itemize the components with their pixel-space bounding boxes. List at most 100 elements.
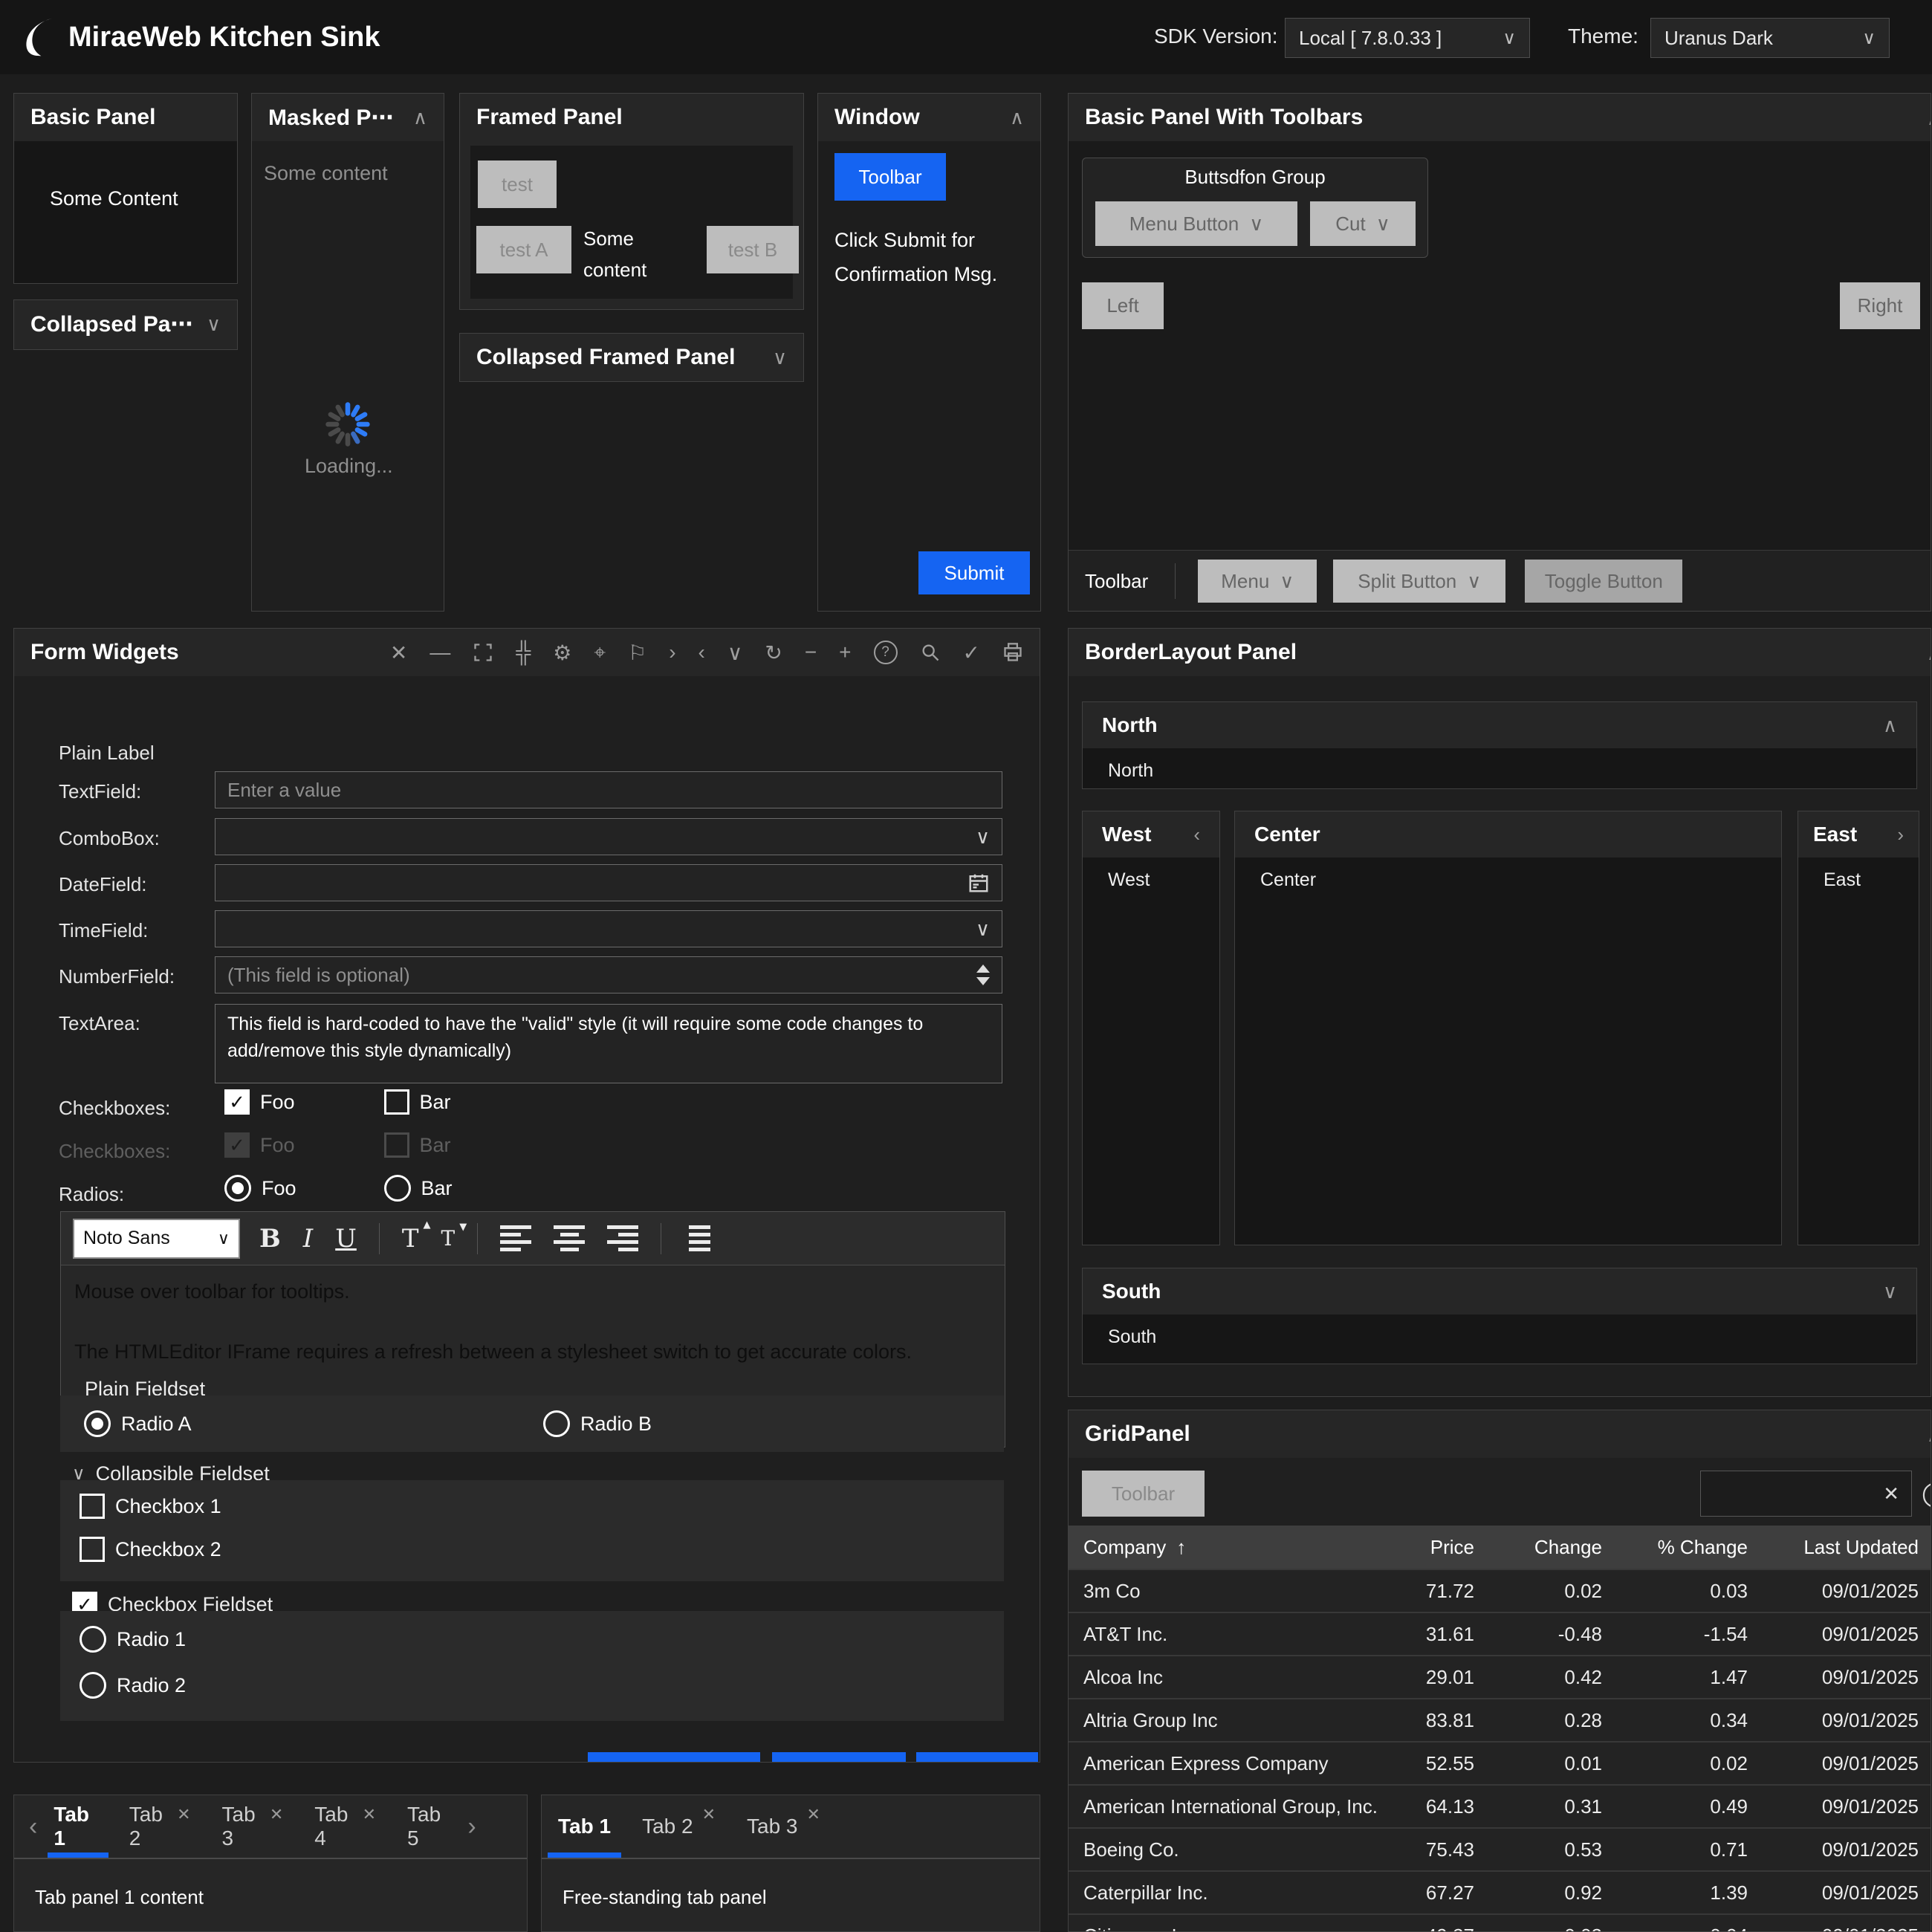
close-tab-icon[interactable]: ✕ [702, 1805, 716, 1824]
tab-scroll-left-icon[interactable]: ‹ [29, 1812, 37, 1841]
validate-button[interactable]: Validate [916, 1752, 1038, 1763]
theme-select[interactable]: Uranus Dark ∨ [1650, 18, 1890, 58]
checkbox-2[interactable] [80, 1537, 105, 1562]
table-row[interactable]: American International Group, Inc.64.130… [1069, 1784, 1931, 1827]
checkbox-foo-checked[interactable]: ✓ [224, 1089, 250, 1115]
column-header-last-updated[interactable]: Last Updated [1752, 1536, 1923, 1559]
left-tab-4[interactable]: Tab 4✕ [308, 1795, 382, 1858]
align-justify-icon[interactable] [684, 1225, 715, 1251]
close-tab-icon[interactable]: ✕ [177, 1805, 190, 1824]
minimize-icon[interactable]: — [429, 641, 450, 664]
maximize-icon[interactable] [473, 642, 493, 663]
table-row[interactable]: Boeing Co.75.430.530.7109/01/2025 [1069, 1827, 1931, 1870]
radio-bar[interactable] [384, 1175, 411, 1202]
minus-icon[interactable]: − [805, 641, 817, 664]
table-row[interactable]: AT&T Inc.31.61-0.48-1.5409/01/2025 [1069, 1612, 1931, 1655]
collapse-right-icon[interactable]: › [1897, 823, 1904, 846]
prev-icon[interactable]: ‹ [698, 641, 705, 664]
flag-icon[interactable]: ⚐ [628, 641, 646, 665]
checkbox-1[interactable] [80, 1494, 105, 1519]
tab-scroll-right-icon[interactable]: › [467, 1812, 476, 1841]
next-icon[interactable]: › [669, 641, 675, 664]
table-row[interactable]: Altria Group Inc83.810.280.3409/01/2025 [1069, 1698, 1931, 1741]
free-tab-1[interactable]: Tab 1 [552, 1795, 617, 1858]
collapse-icon[interactable]: ∧ [1927, 107, 1931, 130]
radio-2[interactable] [80, 1672, 106, 1699]
number-field[interactable]: (This field is optional) [215, 956, 1002, 993]
column-header-company[interactable]: Company↑ [1069, 1536, 1395, 1559]
check-icon[interactable]: ✓ [963, 641, 980, 665]
combo-box[interactable]: ∨ [215, 818, 1002, 855]
column-header--change[interactable]: % Change [1607, 1536, 1752, 1559]
column-header-change[interactable]: Change [1479, 1536, 1607, 1559]
left-tab-2[interactable]: Tab 2✕ [123, 1795, 197, 1858]
table-row[interactable]: Citigroup, Inc.49.370.020.0409/01/2025 [1069, 1913, 1931, 1932]
help-icon[interactable]: ? [874, 641, 898, 664]
toggle-enabled-button[interactable]: Toggle Enabled [588, 1752, 760, 1763]
collapse-icon[interactable]: ∧ [413, 106, 427, 129]
chevron-down-icon[interactable]: ∨ [976, 918, 990, 941]
left-tab-1[interactable]: Tab 1 [48, 1795, 103, 1858]
down-icon[interactable]: ∨ [727, 641, 743, 665]
number-stepper[interactable] [976, 965, 990, 985]
submit-button[interactable]: Submit [918, 551, 1030, 594]
collapsed-panel-header[interactable]: Collapsed Pa⋯ ∨ [14, 300, 237, 348]
radio-a-selected[interactable] [84, 1410, 111, 1437]
sdk-version-select[interactable]: Local [ 7.8.0.33 ] ∨ [1285, 18, 1530, 58]
expand-icon[interactable]: ∨ [207, 313, 221, 336]
window-toolbar-button[interactable]: Toolbar [834, 153, 946, 201]
table-row[interactable]: 3m Co71.720.020.0309/01/2025 [1069, 1569, 1931, 1612]
clear-icon[interactable]: ✕ [1883, 1482, 1899, 1505]
collapse-icon[interactable]: ∧ [1927, 642, 1931, 665]
right-button[interactable]: Right [1840, 282, 1920, 329]
collapse-icon[interactable]: ∧ [1883, 714, 1897, 737]
collapse-icon[interactable]: ∧ [1010, 106, 1024, 129]
search-icon[interactable] [920, 642, 941, 663]
expand-icon[interactable]: ∨ [1883, 1280, 1897, 1303]
date-field[interactable] [215, 864, 1002, 901]
underline-icon[interactable]: U [335, 1224, 357, 1254]
text-area[interactable]: This field is hard-coded to have the "va… [215, 1004, 1002, 1083]
cut-button[interactable]: Cut ∨ [1310, 201, 1416, 246]
chevron-down-icon[interactable]: ∨ [976, 826, 990, 849]
close-tab-icon[interactable]: ✕ [270, 1805, 283, 1824]
radio-1[interactable] [80, 1626, 106, 1653]
reset-form-button[interactable]: Reset Form [772, 1752, 906, 1763]
plus-icon[interactable]: + [839, 641, 851, 664]
restore-icon[interactable]: ╬ [516, 641, 531, 664]
collapsed-framed-panel-header[interactable]: Collapsed Framed Panel ∨ [460, 334, 803, 381]
close-tab-icon[interactable]: ✕ [363, 1805, 376, 1824]
font-select[interactable]: Noto Sans ∨ [73, 1219, 240, 1259]
italic-icon[interactable]: I [303, 1224, 313, 1254]
test-button[interactable]: test [478, 161, 557, 208]
text-field[interactable]: Enter a value [215, 771, 1002, 808]
table-row[interactable]: Alcoa Inc29.010.421.4709/01/2025 [1069, 1655, 1931, 1698]
expand-icon[interactable]: ∨ [773, 346, 787, 369]
align-left-icon[interactable] [500, 1225, 531, 1251]
align-center-icon[interactable] [554, 1225, 585, 1251]
column-header-price[interactable]: Price [1395, 1536, 1479, 1559]
close-tab-icon[interactable]: ✕ [807, 1805, 820, 1824]
print-icon[interactable] [1002, 642, 1023, 663]
free-tab-3[interactable]: Tab 3✕ [741, 1795, 826, 1858]
calendar-icon[interactable] [967, 872, 990, 894]
toolbar-menu-button[interactable]: Menu ∨ [1198, 560, 1317, 603]
free-tab-2[interactable]: Tab 2✕ [636, 1795, 722, 1858]
split-button[interactable]: Split Button ∨ [1333, 560, 1505, 603]
search-icon[interactable]: ◯ [1922, 1479, 1931, 1508]
table-row[interactable]: American Express Company52.550.010.0209/… [1069, 1741, 1931, 1784]
collapse-left-icon[interactable]: ‹ [1193, 823, 1200, 846]
radio-foo-selected[interactable] [224, 1175, 251, 1202]
gear-icon[interactable]: ⚙ [553, 641, 571, 665]
checkbox-bar[interactable] [384, 1089, 409, 1115]
refresh-icon[interactable]: ↻ [765, 641, 782, 665]
left-tab-3[interactable]: Tab 3✕ [216, 1795, 290, 1858]
left-button[interactable]: Left [1082, 282, 1164, 329]
bold-icon[interactable]: B [259, 1224, 281, 1254]
time-field[interactable]: ∨ [215, 910, 1002, 947]
menu-button[interactable]: Menu Button ∨ [1095, 201, 1297, 246]
pin-icon[interactable]: ⌖ [594, 641, 606, 665]
radio-b[interactable] [543, 1410, 570, 1437]
collapse-icon[interactable]: ∧ [1927, 1424, 1931, 1447]
table-row[interactable]: Caterpillar Inc.67.270.921.3909/01/2025 [1069, 1870, 1931, 1913]
